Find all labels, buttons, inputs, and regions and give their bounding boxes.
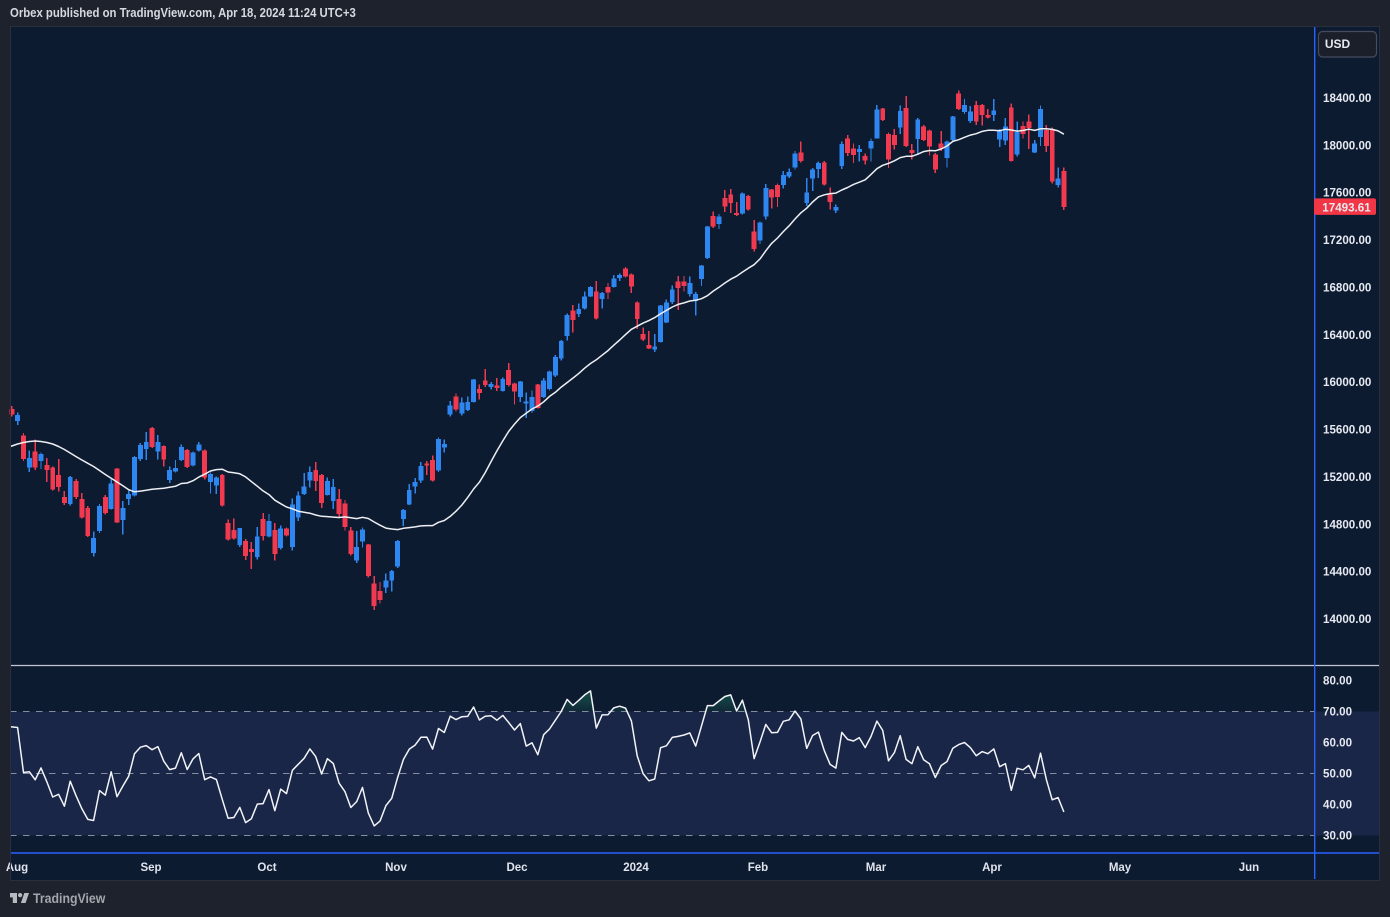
svg-text:14000.00: 14000.00 [1323,613,1371,626]
svg-text:17600.00: 17600.00 [1323,187,1371,200]
svg-text:Feb: Feb [748,862,768,874]
svg-text:Dec: Dec [506,862,528,874]
svg-text:80.00: 80.00 [1323,675,1352,688]
svg-text:15200.00: 15200.00 [1323,471,1371,484]
svg-text:Apr: Apr [982,862,1002,874]
svg-text:Aug: Aug [6,862,28,874]
svg-text:50.00: 50.00 [1323,768,1352,781]
svg-text:15600.00: 15600.00 [1323,424,1371,437]
svg-text:Nov: Nov [385,862,407,874]
svg-text:16400.00: 16400.00 [1323,329,1371,342]
svg-text:16800.00: 16800.00 [1323,282,1371,295]
svg-text:18000.00: 18000.00 [1323,139,1371,152]
svg-text:18400.00: 18400.00 [1323,92,1371,105]
svg-text:40.00: 40.00 [1323,799,1352,812]
svg-text:16000.00: 16000.00 [1323,376,1371,389]
svg-text:17493.61: 17493.61 [1322,201,1371,214]
svg-text:Mar: Mar [866,862,887,874]
svg-text:May: May [1109,862,1132,874]
svg-text:Oct: Oct [257,862,276,874]
svg-text:30.00: 30.00 [1323,830,1352,843]
svg-text:60.00: 60.00 [1323,737,1352,750]
svg-text:Jun: Jun [1239,862,1259,874]
svg-text:USD: USD [1325,37,1351,51]
svg-text:Sep: Sep [140,862,161,874]
svg-text:2024: 2024 [623,862,649,874]
svg-text:14400.00: 14400.00 [1323,566,1371,579]
svg-text:17200.00: 17200.00 [1323,234,1371,247]
svg-text:14800.00: 14800.00 [1323,518,1371,531]
svg-text:70.00: 70.00 [1323,706,1352,719]
